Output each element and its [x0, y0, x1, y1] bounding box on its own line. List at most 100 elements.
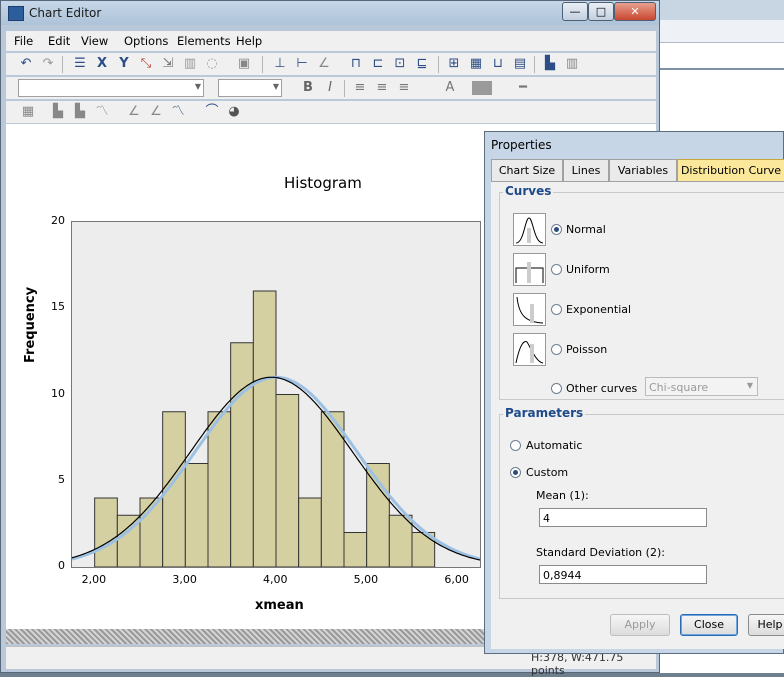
x-axis-label[interactable]: xmean	[255, 598, 304, 613]
exponential-radio[interactable]	[551, 304, 562, 315]
maximize-button[interactable]: □	[588, 2, 614, 21]
y-tick-label: 0	[58, 559, 65, 572]
lasso-icon[interactable]: ◌	[204, 56, 220, 72]
toolbar-row-2: ▼ ▼ B I ≡ ≡ ≡ A ━	[6, 77, 656, 99]
histogram-bar[interactable]	[207, 411, 232, 567]
area-icon[interactable]: ∠	[148, 104, 164, 120]
properties-dialog: Properties Chart Size Lines Variables Di…	[484, 131, 784, 654]
mean-input[interactable]: 4	[539, 508, 707, 527]
data-labels-icon[interactable]: ▤	[512, 56, 528, 72]
poisson-label[interactable]: Poisson	[566, 343, 607, 356]
tab-distribution-curve[interactable]: Distribution Curve	[677, 159, 784, 181]
toolbar-separator	[344, 80, 345, 97]
scatter-icon[interactable]: ∠	[126, 104, 142, 120]
x-axis-icon[interactable]: X	[94, 56, 110, 72]
fit-icon[interactable]: ⇲	[160, 56, 176, 72]
distribution-curve-icon[interactable]: ⌒	[204, 104, 220, 120]
textbox-icon[interactable]: ⊡	[392, 56, 408, 72]
annotation-icon[interactable]: ⊏	[370, 56, 386, 72]
toolbar-separator	[534, 56, 535, 73]
custom-radio[interactable]	[510, 467, 521, 478]
ref-line-eq-icon[interactable]: ∠	[316, 56, 332, 72]
exponential-label[interactable]: Exponential	[566, 303, 631, 316]
align-left-icon[interactable]: ≡	[352, 80, 368, 96]
menu-edit[interactable]: Edit	[48, 34, 70, 48]
histogram-bar[interactable]	[388, 514, 413, 567]
menu-file[interactable]: File	[14, 34, 33, 48]
y-axis-icon[interactable]: Y	[116, 56, 132, 72]
grid-icon[interactable]: ⊞	[446, 56, 462, 72]
close-window-button[interactable]: ✕	[614, 2, 656, 21]
font-family-select[interactable]: ▼	[18, 79, 204, 97]
histogram-bar[interactable]	[94, 497, 118, 567]
apply-button[interactable]: Apply	[610, 614, 670, 636]
title-icon[interactable]: ⊓	[348, 56, 364, 72]
other-curves-radio[interactable]	[551, 383, 562, 394]
histogram-bar[interactable]	[298, 497, 322, 567]
uniform-label[interactable]: Uniform	[566, 263, 610, 276]
footnote-icon[interactable]: ⊑	[414, 56, 430, 72]
toolbar-row-1: ↶ ↷ ☰ X Y ⤡ ⇲ ▥ ◌ ▣ ⊥ ⊢ ∠ ⊓ ⊏ ⊡ ⊑ ⊞ ▦ ⊔ …	[6, 53, 656, 75]
3d-icon[interactable]: ▥	[182, 56, 198, 72]
other-curves-select[interactable]: Chi-square ▼	[645, 377, 758, 396]
x-tick-label: 5,00	[353, 573, 379, 586]
simple-bar-icon[interactable]: ▙	[50, 104, 66, 120]
properties-icon[interactable]: ☰	[72, 56, 88, 72]
standard-deviation-input[interactable]: 0,8944	[539, 565, 707, 584]
ref-line-x-icon[interactable]: ⊢	[294, 56, 310, 72]
bold-icon[interactable]: B	[300, 80, 316, 96]
menu-help[interactable]: Help	[236, 34, 262, 48]
pie-icon[interactable]: ◕	[226, 104, 242, 120]
menu-options[interactable]: Options	[124, 34, 168, 48]
redo-icon[interactable]: ↷	[40, 56, 56, 72]
chart-title[interactable]: Histogram	[284, 174, 362, 192]
plot-area[interactable]	[71, 221, 481, 568]
histogram-bar[interactable]	[184, 463, 209, 568]
other-curves-select-value: Chi-square	[649, 381, 709, 394]
bar-outline-icon[interactable]: ▥	[564, 56, 580, 72]
minimize-button[interactable]: —	[562, 2, 588, 21]
rotate-icon[interactable]: ▣	[236, 56, 252, 72]
normal-radio[interactable]	[551, 224, 562, 235]
toolbar-separator	[62, 56, 63, 73]
table-icon[interactable]: ▦	[468, 56, 484, 72]
distribution-curve-panel: Curves Normal Uniform Exponential Poisso…	[491, 181, 784, 650]
normal-label[interactable]: Normal	[566, 223, 606, 236]
undo-icon[interactable]: ↶	[18, 56, 34, 72]
menu-view[interactable]: View	[81, 34, 108, 48]
tab-chart-size[interactable]: Chart Size	[491, 159, 563, 181]
histogram-bar[interactable]	[230, 342, 254, 567]
bar-chart-icon[interactable]: ▙	[542, 56, 558, 72]
help-button[interactable]: Help	[748, 614, 784, 636]
legend-icon[interactable]: ⊔	[490, 56, 506, 72]
clustered-bar-icon[interactable]: ▙	[72, 104, 88, 120]
x-tick-label: 6,00	[444, 573, 469, 586]
automatic-radio[interactable]	[510, 440, 521, 451]
poisson-radio[interactable]	[551, 344, 562, 355]
rescale-icon[interactable]: ⤡	[138, 56, 154, 72]
line-icon[interactable]: 〽	[94, 104, 110, 120]
tab-variables[interactable]: Variables	[609, 159, 677, 181]
histogram-bar[interactable]	[343, 532, 368, 568]
menu-elements[interactable]: Elements	[177, 34, 231, 48]
close-button[interactable]: Close	[680, 614, 738, 636]
fill-color-icon[interactable]	[472, 81, 492, 95]
x-tick-label: 2,00	[81, 573, 107, 586]
automatic-label[interactable]: Automatic	[526, 439, 582, 452]
custom-label[interactable]: Custom	[526, 466, 568, 479]
ref-line-y-icon[interactable]: ⊥	[272, 56, 288, 72]
transpose-icon[interactable]: ▦	[20, 104, 36, 120]
text-color-icon[interactable]: A	[442, 80, 458, 96]
histogram-bar[interactable]	[275, 394, 300, 568]
font-size-select[interactable]: ▼	[218, 79, 282, 97]
align-right-icon[interactable]: ≡	[396, 80, 412, 96]
uniform-radio[interactable]	[551, 264, 562, 275]
line-style-icon[interactable]: ━	[508, 80, 538, 96]
other-curves-label[interactable]: Other curves	[566, 382, 637, 395]
align-center-icon[interactable]: ≡	[374, 80, 390, 96]
tab-lines[interactable]: Lines	[563, 159, 609, 181]
interpolation-icon[interactable]: 〽	[170, 104, 186, 120]
histogram-bar[interactable]	[252, 290, 277, 567]
italic-icon[interactable]: I	[322, 80, 338, 96]
y-axis-label[interactable]: Frequency	[23, 287, 38, 363]
